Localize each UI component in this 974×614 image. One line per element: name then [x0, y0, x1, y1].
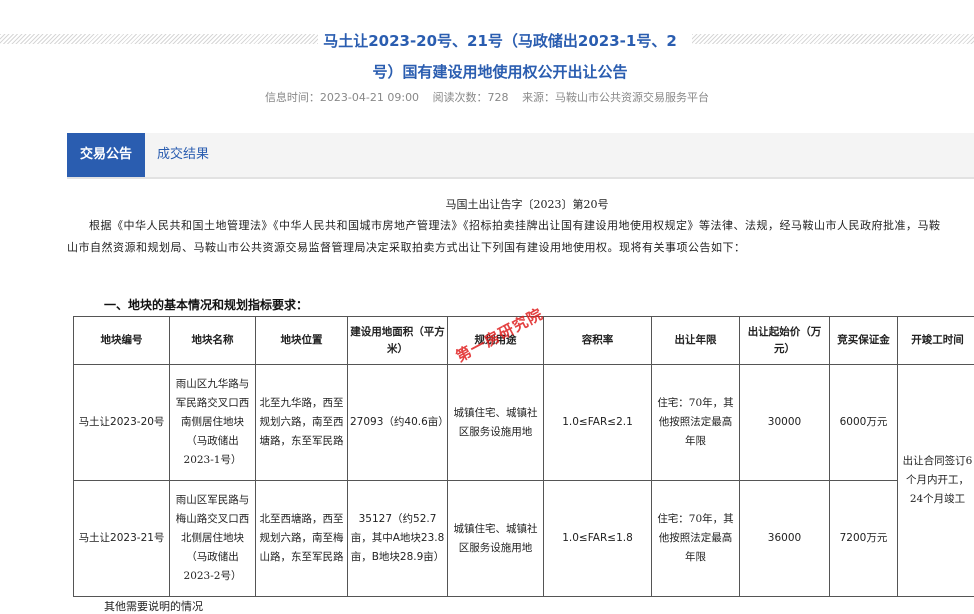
tab-bar: 交易公告 成交结果 [67, 133, 974, 179]
th-schedule: 开竣工时间 [898, 317, 974, 365]
footer-note: 其他需要说明的情况 [104, 598, 203, 614]
title-hatch-left [0, 34, 318, 44]
title-hatch-right [692, 34, 974, 44]
th-far: 容积率 [544, 317, 652, 365]
tab-result[interactable]: 成交结果 [157, 133, 209, 177]
cell-term: 住宅：70年，其他按照法定最高年限 [652, 365, 740, 481]
cell-far: 1.0≤FAR≤2.1 [544, 365, 652, 481]
cell-no: 马土让2023-20号 [74, 365, 170, 481]
cell-far: 1.0≤FAR≤1.8 [544, 481, 652, 597]
cell-price: 36000 [740, 481, 830, 597]
th-name: 地块名称 [170, 317, 256, 365]
page-title: 马土让2023-20号、21号（马政储出2023-1号、2 号）国有建设用地使用… [290, 26, 710, 88]
cell-schedule: 出让合同签订6个月内开工，24个月竣工 [898, 365, 974, 597]
article-meta: 信息时间：2023-04-21 09:00 阅读次数：728 来源：马鞍山市公共… [0, 89, 974, 105]
cell-use: 城镇住宅、城镇社区服务设施用地 [448, 481, 544, 597]
cell-location: 北至九华路，西至规划六路，南至西塘路，东至军民路 [256, 365, 348, 481]
cell-deposit: 6000万元 [830, 365, 898, 481]
cell-deposit: 7200万元 [830, 481, 898, 597]
cell-area: 27093（约40.6亩） [348, 365, 448, 481]
document-body: 马国土出让告字〔2023〕第20号 根据《中华人民共和国土地管理法》《中华人民共… [67, 195, 947, 259]
meta-views: 阅读次数：728 [433, 91, 509, 104]
table-row: 马土让2023-21号 雨山区军民路与梅山路交叉口西北侧居住地块（马政储出202… [74, 481, 974, 597]
th-area: 建设用地面积（平方米） [348, 317, 448, 365]
cell-no: 马土让2023-21号 [74, 481, 170, 597]
title-line2: 号）国有建设用地使用权公开出让公告 [372, 63, 627, 81]
meta-source: 来源：马鞍山市公共资源交易服务平台 [522, 91, 709, 104]
cell-use: 城镇住宅、城镇社区服务设施用地 [448, 365, 544, 481]
document-number: 马国土出让告字〔2023〕第20号 [67, 195, 947, 215]
cell-name: 雨山区军民路与梅山路交叉口西北侧居住地块（马政储出2023-2号） [170, 481, 256, 597]
meta-time: 信息时间：2023-04-21 09:00 [265, 91, 419, 104]
th-no: 地块编号 [74, 317, 170, 365]
intro-paragraph: 根据《中华人民共和国土地管理法》《中华人民共和国城市房地产管理法》《招标拍卖挂牌… [67, 215, 947, 259]
cell-location: 北至西塘路，西至规划六路，南至梅山路，东至军民路 [256, 481, 348, 597]
cell-area: 35127（约52.7亩，其中A地块23.8亩，B地块28.9亩） [348, 481, 448, 597]
title-line1: 马土让2023-20号、21号（马政储出2023-1号、2 [323, 32, 677, 50]
th-price: 出让起始价（万元） [740, 317, 830, 365]
th-deposit: 竞买保证金 [830, 317, 898, 365]
tab-announcement[interactable]: 交易公告 [67, 133, 145, 177]
section-heading: 一、地块的基本情况和规划指标要求： [104, 296, 308, 313]
cell-name: 雨山区九华路与军民路交叉口西南侧居住地块（马政储出2023-1号） [170, 365, 256, 481]
th-location: 地块位置 [256, 317, 348, 365]
cell-price: 30000 [740, 365, 830, 481]
th-term: 出让年限 [652, 317, 740, 365]
table-row: 马土让2023-20号 雨山区九华路与军民路交叉口西南侧居住地块（马政储出202… [74, 365, 974, 481]
land-table: 地块编号 地块名称 地块位置 建设用地面积（平方米） 规划用途 容积率 出让年限… [73, 316, 974, 597]
cell-term: 住宅：70年，其他按照法定最高年限 [652, 481, 740, 597]
